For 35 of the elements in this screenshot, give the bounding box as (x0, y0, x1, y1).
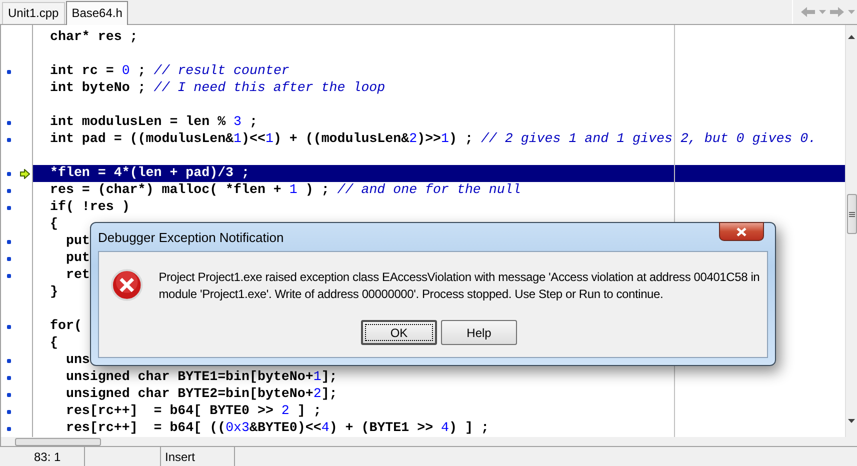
code-line: uns (64, 352, 90, 369)
code-line: int pad = ((modulusLen&1)<<1) + ((modulusLen&2)>>1) ; // 2 gives 1 and 1 gives 2, but 0 gives 0. (49, 131, 816, 148)
code-line: } (49, 284, 58, 301)
close-button[interactable] (719, 222, 764, 241)
scrollbar-thumb[interactable] (15, 438, 101, 446)
code-line: int rc = 0 ; // result counter (49, 63, 290, 80)
scrollbar-thumb[interactable] (846, 194, 856, 234)
code-line: res[rc++] = b64[ BYTE0 >> 2 ] ; (64, 403, 322, 420)
error-message: Project Project1.exe raised exception class EAccessViolation with message 'Access violation at address 00401C58 in module 'Project1.exe'. Write of address 00000000'. Process stopped. Use Step or Run to continue. (158, 269, 761, 303)
code-line: int byteNo ; // I need this after the loop (49, 80, 386, 97)
dialog-button[interactable]: Help (441, 320, 517, 345)
code-line: int modulusLen = len % 3 ; (49, 114, 258, 131)
execution-arrow-icon (20, 169, 30, 179)
code-line: put (64, 250, 90, 267)
scroll-down-icon[interactable] (848, 419, 855, 423)
error-icon (111, 269, 143, 301)
code-line: ret (64, 267, 90, 284)
code-line: { (49, 216, 58, 233)
code-line: unsigned char BYTE1=bin[byteNo+1]; (64, 369, 338, 386)
code-line: put (64, 233, 90, 250)
code-line: if( !res ) (49, 199, 130, 216)
code-line: unsigned char BYTE2=bin[byteNo+2]; (64, 386, 338, 403)
dialog-button[interactable]: OK (361, 320, 437, 345)
insert-mode-label: Insert (165, 450, 196, 464)
code-line: res = (char*) malloc( *flen + 1 ) ; // and one for the null (49, 182, 521, 199)
code-line: { (49, 335, 58, 352)
file-tab[interactable]: Base64.h (66, 1, 128, 25)
close-icon[interactable] (736, 226, 747, 236)
cursor-position: 83: 1 (34, 450, 61, 464)
code-line: char* res ; (49, 29, 138, 46)
code-line: res[rc++] = b64[ ((0x3&BYTE0)<<4) + (BYTE1 >> 4) ] ; (64, 420, 489, 437)
code-line: for( (49, 318, 82, 335)
file-tab[interactable]: Unit1.cpp (2, 2, 65, 24)
dialog-title: Debugger Exception Notification (98, 230, 284, 244)
scroll-up-icon[interactable] (848, 35, 855, 39)
